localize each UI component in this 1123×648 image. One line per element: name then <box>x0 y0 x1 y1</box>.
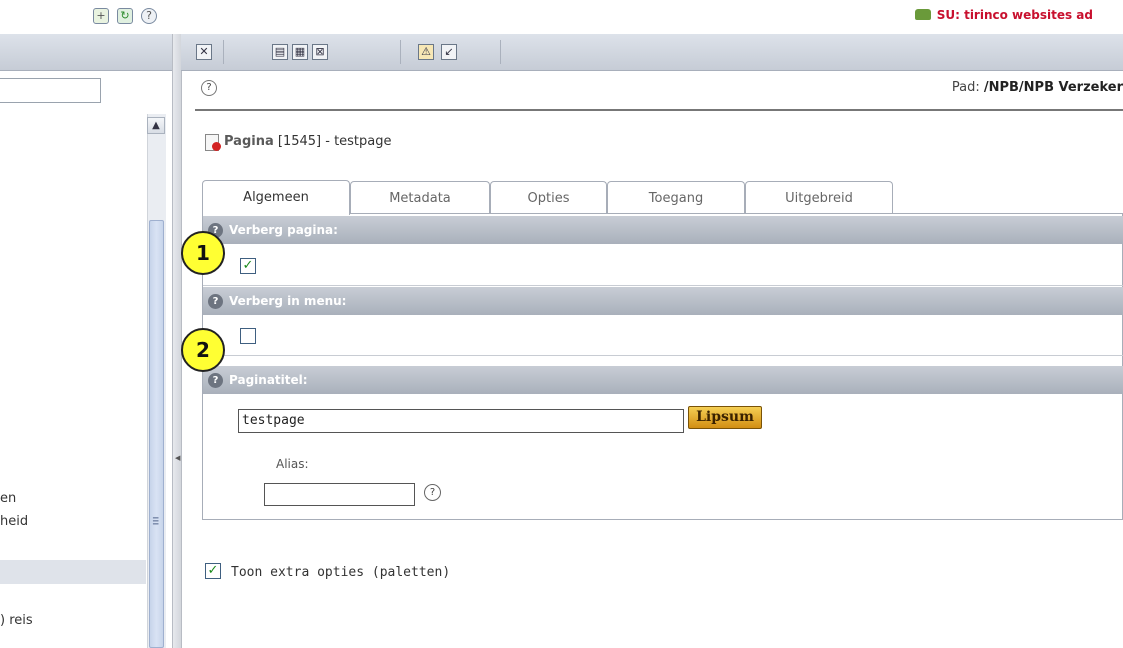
page-type-label: Pagina <box>224 134 274 149</box>
hide-page-checkbox[interactable]: ✓ <box>240 258 256 274</box>
page-title-input[interactable]: testpage <box>238 409 684 433</box>
scroll-up-icon[interactable]: ▲ <box>147 117 165 134</box>
clear-cache-icon[interactable]: ⚠ <box>418 44 434 60</box>
tree-item[interactable]: heid <box>0 514 28 529</box>
row-divider <box>203 355 1123 356</box>
grip-icon: ━ ━ ━ <box>153 514 159 530</box>
help-icon[interactable]: ? <box>141 8 157 24</box>
bag-icon <box>914 9 931 20</box>
row-divider <box>203 285 1123 286</box>
user-info-label: SU: tirinco websites ad <box>936 8 1093 22</box>
section-label: Paginatitel: <box>229 373 308 387</box>
help-icon[interactable]: ? <box>208 373 223 388</box>
tree-search-input[interactable] <box>0 78 101 103</box>
callout-badge: 2 <box>181 328 225 372</box>
section-label: Verberg in menu: <box>229 294 347 308</box>
collapse-arrow-icon[interactable]: ◀ <box>175 454 180 462</box>
path-value: /NPB/NPB Verzeker <box>983 80 1123 95</box>
tab-algemeen[interactable]: Algemeen <box>202 180 350 215</box>
user-info[interactable]: SU: tirinco websites ad <box>914 8 1093 22</box>
section-hide-page: ? Verberg pagina: <box>203 216 1123 244</box>
tree-item[interactable]: en <box>0 491 16 506</box>
tree-item-selected[interactable] <box>0 560 146 584</box>
tab-metadata[interactable]: Metadata <box>350 181 490 214</box>
close-icon[interactable]: ✕ <box>196 44 212 60</box>
tab-opties[interactable]: Opties <box>490 181 607 214</box>
callout-badge: 1 <box>181 231 225 275</box>
section-page-title: ? Paginatitel: <box>203 366 1123 394</box>
tree-item[interactable]: ) reis <box>0 613 33 628</box>
save-close-icon[interactable]: ⊠ <box>312 44 328 60</box>
panel-splitter[interactable] <box>172 34 182 648</box>
toolbar-divider <box>223 40 224 64</box>
section-hide-in-menu: ? Verberg in menu: <box>203 287 1123 315</box>
path-breadcrumb: Pad: /NPB/NPB Verzeker <box>952 80 1123 95</box>
new-page-icon[interactable]: + <box>93 8 109 24</box>
header-divider <box>195 109 1123 111</box>
page-id-label: [1545] - testpage <box>273 134 392 149</box>
extra-options-checkbox[interactable]: ✓ <box>205 563 221 579</box>
tab-toegang[interactable]: Toegang <box>607 181 745 214</box>
toolbar-divider <box>500 40 501 64</box>
lipsum-button[interactable]: Lipsum <box>688 406 762 429</box>
section-label: Verberg pagina: <box>229 223 338 237</box>
page-hidden-icon <box>205 134 221 151</box>
top-user-bar: SU: tirinco websites ad <box>0 0 1123 33</box>
open-list-icon[interactable]: ↙ <box>441 44 457 60</box>
page-title: Pagina [1545] - testpage <box>224 134 392 149</box>
help-icon[interactable]: ? <box>208 294 223 309</box>
toolbar-divider <box>400 40 401 64</box>
scroll-thumb[interactable] <box>149 220 164 648</box>
save-icon[interactable]: ▤ <box>272 44 288 60</box>
path-label: Pad: <box>951 80 980 95</box>
save-view-icon[interactable]: ▦ <box>292 44 308 60</box>
hide-in-menu-checkbox[interactable] <box>240 328 256 344</box>
help-icon[interactable]: ? <box>201 80 217 96</box>
help-icon[interactable]: ? <box>424 484 441 501</box>
alias-label: Alias: <box>276 457 309 471</box>
left-toolbar <box>0 34 172 71</box>
refresh-icon[interactable]: ↻ <box>117 8 133 24</box>
alias-input[interactable] <box>264 483 415 506</box>
tab-uitgebreid[interactable]: Uitgebreid <box>745 181 893 214</box>
extra-options-label[interactable]: Toon extra opties (paletten) <box>231 565 450 580</box>
